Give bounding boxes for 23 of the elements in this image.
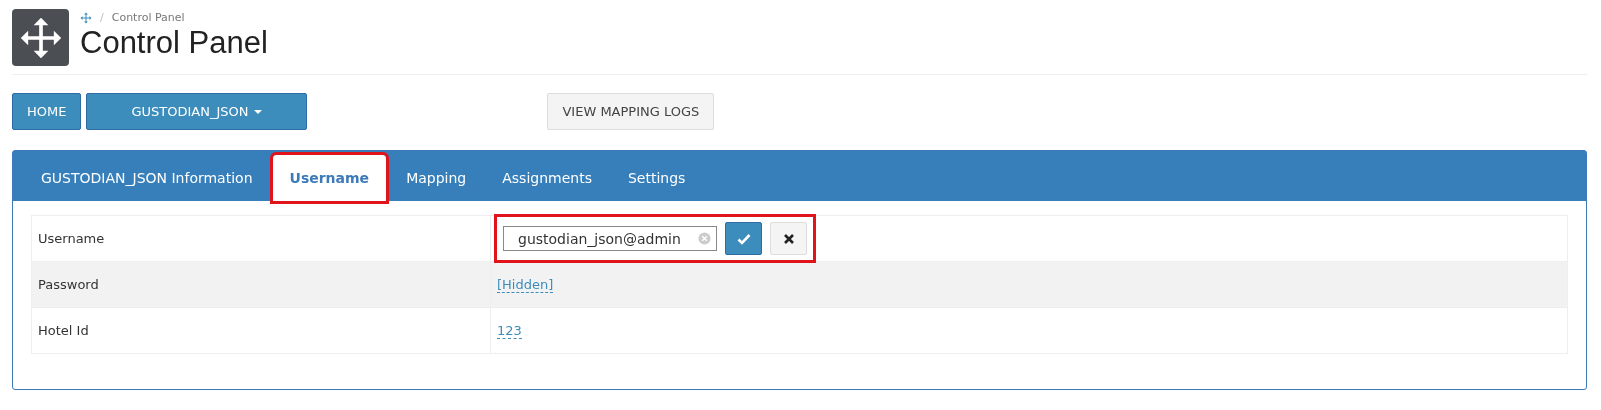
breadcrumb-item: Control Panel bbox=[111, 11, 185, 24]
home-button[interactable]: HOME bbox=[12, 93, 82, 130]
username-field[interactable]: gustodian_json@admin bbox=[503, 226, 717, 251]
tab[interactable]: Username bbox=[272, 155, 387, 201]
cancel-button[interactable] bbox=[770, 222, 807, 255]
move-icon bbox=[18, 15, 63, 60]
editable-link[interactable]: [Hidden] bbox=[497, 277, 554, 293]
close-icon bbox=[782, 232, 795, 245]
editable-link[interactable]: 123 bbox=[497, 323, 522, 339]
field-label: Username bbox=[31, 215, 491, 262]
move-icon bbox=[80, 11, 92, 24]
tab[interactable]: Settings bbox=[611, 155, 702, 201]
tab[interactable]: GUSTODIAN_JSON Information bbox=[25, 155, 269, 201]
breadcrumb-separator: / bbox=[100, 11, 104, 24]
check-icon bbox=[736, 232, 751, 245]
page-title: Control Panel bbox=[80, 26, 268, 60]
field-label: Hotel Id bbox=[31, 307, 491, 354]
confirm-button[interactable] bbox=[725, 222, 762, 255]
tab[interactable]: Mapping bbox=[390, 155, 483, 201]
tab[interactable]: Assignments bbox=[486, 155, 608, 201]
logs-button[interactable]: VIEW MAPPING LOGS bbox=[547, 93, 715, 130]
dropdown-button[interactable]: GUSTODIAN_JSON bbox=[86, 93, 308, 130]
field-label: Password bbox=[31, 261, 491, 308]
